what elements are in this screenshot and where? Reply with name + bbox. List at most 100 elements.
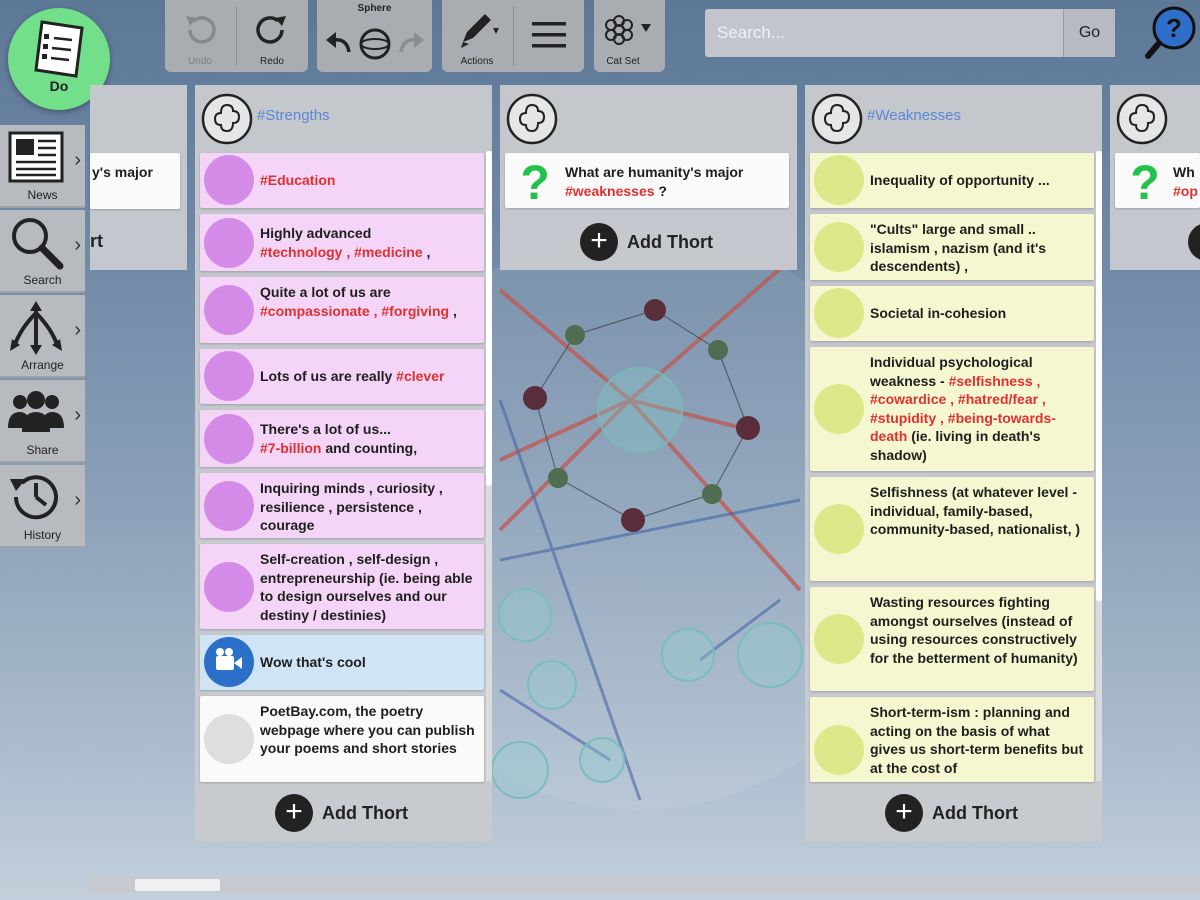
thort-dot[interactable] bbox=[814, 504, 864, 554]
thort-tag[interactable]: #clever bbox=[396, 368, 444, 384]
actions-group: Actions bbox=[442, 0, 584, 72]
thort-card[interactable]: Short-term-ism : planning and acting on … bbox=[810, 697, 1094, 782]
thort-dot[interactable] bbox=[204, 351, 254, 401]
thort-tag[interactable]: #compassionate , #forgiving bbox=[260, 303, 449, 319]
thort-dot[interactable] bbox=[204, 637, 254, 687]
question-column: ? What are humanity's major #weaknesses ?… bbox=[500, 85, 797, 270]
add-thort-button[interactable]: + Add Thort bbox=[805, 784, 1102, 842]
search-input[interactable] bbox=[705, 9, 1063, 57]
thort-dot[interactable] bbox=[814, 155, 864, 205]
thort-card[interactable]: y's major bbox=[90, 153, 180, 209]
thort-dot[interactable] bbox=[814, 288, 864, 338]
actions-button[interactable]: Actions bbox=[442, 0, 512, 72]
strengths-column: #Strengths #Education Highly advanced #te… bbox=[195, 85, 492, 842]
thort-card[interactable]: There's a lot of us... #7-billion and cou… bbox=[200, 410, 484, 467]
people-icon bbox=[8, 391, 64, 432]
thort-tag[interactable]: #op bbox=[1173, 183, 1198, 199]
undo-button[interactable]: Undo bbox=[165, 0, 235, 72]
thort-card[interactable]: PoetBay.com, the poetry webpage where yo… bbox=[200, 696, 484, 782]
thort-dot[interactable] bbox=[204, 562, 254, 612]
column-scroll-thumb[interactable] bbox=[1096, 151, 1102, 601]
thort-dot[interactable] bbox=[204, 218, 254, 268]
thort-dot[interactable] bbox=[204, 714, 254, 764]
thort-dot[interactable] bbox=[204, 155, 254, 205]
column-header[interactable] bbox=[1110, 85, 1200, 151]
sphere-back-arrow-icon[interactable] bbox=[323, 28, 353, 58]
svg-text:?: ? bbox=[520, 157, 549, 205]
thort-tag[interactable]: #technology , #medicine bbox=[260, 244, 423, 260]
thort-text: Individual psychological weakness - #sel… bbox=[870, 354, 1056, 463]
add-thort-button[interactable]: rt bbox=[90, 213, 187, 271]
horizontal-scrollbar[interactable] bbox=[90, 877, 1200, 893]
side-menu-history[interactable]: › History bbox=[0, 465, 85, 548]
right-partial-column: ? Wh #op bbox=[1110, 85, 1200, 270]
sphere-forward-arrow-icon[interactable] bbox=[397, 28, 427, 58]
menu-button[interactable] bbox=[514, 0, 584, 72]
thort-card[interactable]: Wasting resources fighting amongst ourse… bbox=[810, 587, 1094, 691]
column-scroll-thumb[interactable] bbox=[486, 151, 492, 486]
thort-dot[interactable] bbox=[814, 222, 864, 272]
thort-dot[interactable] bbox=[204, 481, 254, 531]
sphere-group: Sphere bbox=[317, 0, 432, 72]
actions-label: Actions bbox=[460, 56, 494, 67]
thort-dot[interactable] bbox=[204, 414, 254, 464]
help-magnifier-icon[interactable]: ? bbox=[1142, 4, 1198, 60]
thort-dot[interactable] bbox=[814, 384, 864, 434]
add-thort-label: Add Thort bbox=[627, 232, 713, 252]
thort-card[interactable]: Selfishness (at whatever level - individ… bbox=[810, 477, 1094, 581]
thort-text: y's major bbox=[92, 164, 153, 180]
thort-card[interactable]: #Education bbox=[200, 153, 484, 208]
thort-text: #Education bbox=[260, 171, 476, 190]
column-scrollbar[interactable] bbox=[1096, 151, 1102, 781]
magnifier-icon bbox=[12, 218, 64, 270]
video-camera-icon bbox=[216, 648, 242, 670]
thort-card[interactable]: ? Wh #op bbox=[1115, 153, 1200, 208]
thort-card[interactable]: Individual psychological weakness - #sel… bbox=[810, 347, 1094, 471]
thort-tag[interactable]: #7-billion bbox=[260, 440, 321, 456]
thort-tag[interactable]: #Education bbox=[260, 172, 335, 188]
plus-icon: + bbox=[275, 794, 313, 832]
side-menu-news[interactable]: › News bbox=[0, 125, 85, 208]
thort-text: Self-creation , self-design , entreprene… bbox=[260, 551, 473, 623]
sphere-globe-icon[interactable] bbox=[357, 26, 393, 62]
column-header[interactable] bbox=[500, 85, 797, 151]
thort-card[interactable]: ? What are humanity's major #weaknesses ? bbox=[505, 153, 789, 208]
thort-card[interactable]: Societal in-cohesion bbox=[810, 286, 1094, 341]
column-header[interactable]: #Strengths bbox=[195, 85, 492, 151]
thort-dot[interactable] bbox=[814, 614, 864, 664]
redo-button[interactable]: Redo bbox=[237, 0, 307, 72]
side-menu-arrange[interactable]: › Arrange bbox=[0, 295, 85, 378]
side-menu-search[interactable]: › Search bbox=[0, 210, 85, 293]
thort-card[interactable]: Quite a lot of us are #compassionate , #f… bbox=[200, 277, 484, 343]
column-scrollbar[interactable] bbox=[486, 151, 492, 781]
flower-category-icon bbox=[811, 93, 863, 145]
flower-category-icon bbox=[605, 15, 651, 45]
column-title[interactable]: #Weaknesses bbox=[867, 107, 961, 124]
column-header[interactable]: #Weaknesses bbox=[805, 85, 1102, 151]
cat-set-button[interactable]: Cat Set bbox=[594, 0, 665, 72]
thort-dot[interactable] bbox=[814, 725, 864, 775]
svg-text:?: ? bbox=[1130, 157, 1159, 205]
thort-card[interactable]: Wow that's cool bbox=[200, 635, 484, 690]
redo-label: Redo bbox=[260, 56, 284, 67]
checklist-icon bbox=[34, 20, 84, 78]
thort-dot[interactable] bbox=[204, 285, 254, 335]
thort-card[interactable]: Inequality of opportunity ... bbox=[810, 153, 1094, 208]
thort-card[interactable]: Self-creation , self-design , entreprene… bbox=[200, 544, 484, 629]
thort-card[interactable]: Lots of us are really #clever bbox=[200, 349, 484, 404]
plus-icon[interactable] bbox=[1188, 223, 1200, 261]
thort-text: Selfishness (at whatever level - individ… bbox=[870, 484, 1081, 537]
add-thort-button[interactable]: + Add Thort bbox=[195, 784, 492, 842]
thort-text: Wow that's cool bbox=[260, 654, 366, 670]
thort-card[interactable]: Inquiring minds , curiosity , resilience… bbox=[200, 473, 484, 538]
add-thort-button[interactable]: + Add Thort bbox=[500, 213, 797, 271]
horizontal-scroll-thumb[interactable] bbox=[135, 879, 220, 891]
thort-card[interactable]: "Cults" large and small .. islamism , na… bbox=[810, 214, 1094, 280]
search-go-button[interactable]: Go bbox=[1063, 9, 1115, 57]
chevron-right-icon: › bbox=[74, 234, 81, 256]
add-thort-label: Add Thort bbox=[932, 803, 1018, 823]
thort-tag[interactable]: #weaknesses bbox=[565, 183, 655, 199]
side-menu-share[interactable]: › Share bbox=[0, 380, 85, 463]
column-title[interactable]: #Strengths bbox=[257, 107, 330, 124]
thort-card[interactable]: Highly advanced #technology , #medicine , bbox=[200, 214, 484, 271]
